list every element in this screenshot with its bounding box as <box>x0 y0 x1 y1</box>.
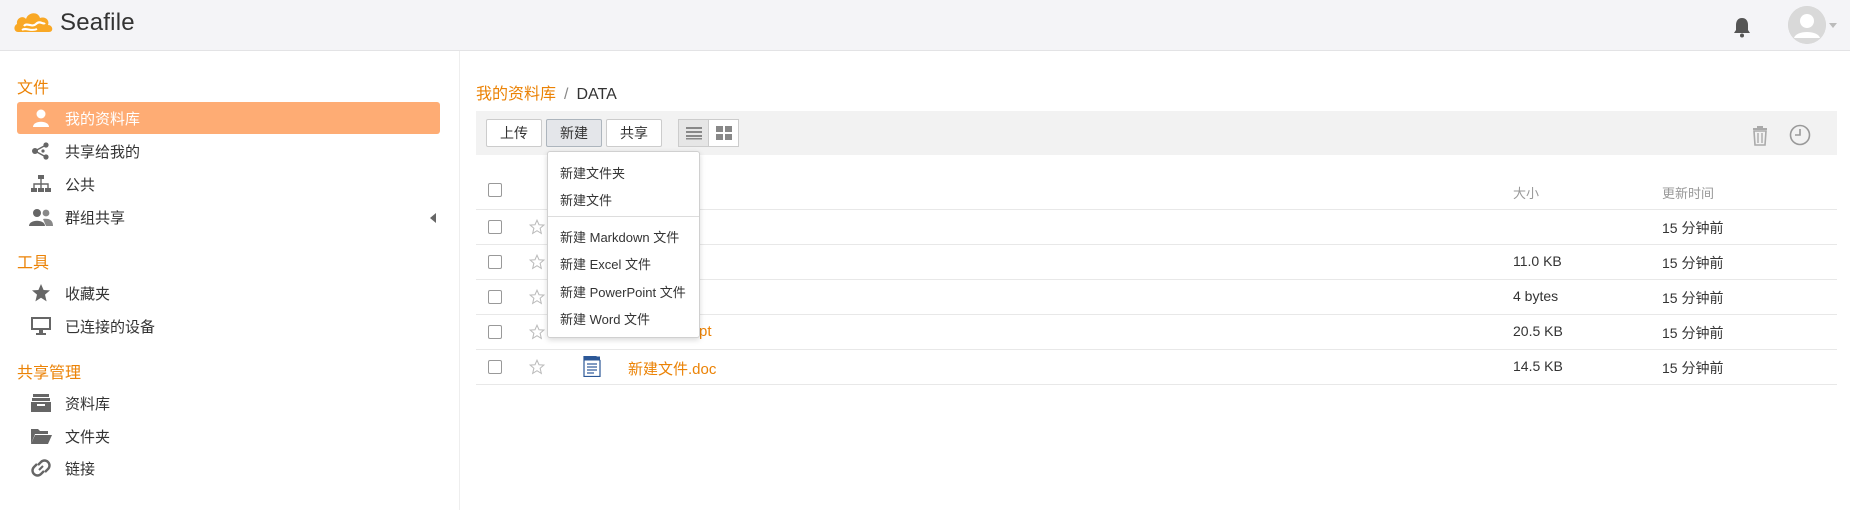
sidebar-section-tools: 工具 <box>17 255 50 272</box>
upload-button[interactable]: 上传 <box>486 119 542 147</box>
sidebar-item-my-libraries[interactable]: 我的资料库 <box>17 102 440 134</box>
sidebar-item-share-links[interactable]: 链接 <box>17 452 440 484</box>
sidebar-section-share-admin: 共享管理 <box>17 365 82 382</box>
sidebar-item-label: 公共 <box>65 176 96 194</box>
sidebar-item-label: 资料库 <box>65 395 111 413</box>
share-button[interactable]: 共享 <box>606 119 662 147</box>
sidebar-item-label: 链接 <box>65 460 96 478</box>
breadcrumb-separator: / <box>564 86 569 103</box>
table-row[interactable]: 新建文件.doc 14.5 KB 15 分钟前 <box>476 349 1837 385</box>
size-column-header[interactable]: 大小 <box>1513 183 1539 202</box>
sidebar-item-label: 我的资料库 <box>65 110 141 128</box>
breadcrumb-current: DATA <box>576 86 617 103</box>
avatar[interactable] <box>1788 6 1826 44</box>
file-modified: 15 分钟前 <box>1662 290 1724 306</box>
org-tree-icon <box>29 173 53 195</box>
sidebar-item-group-share[interactable]: 群组共享 <box>17 201 440 233</box>
list-view-button[interactable] <box>678 119 709 147</box>
file-size: 4 bytes <box>1513 288 1559 304</box>
sidebar-item-public[interactable]: 公共 <box>17 168 440 200</box>
file-name-link[interactable]: pt <box>699 323 712 340</box>
row-checkbox[interactable] <box>488 255 502 269</box>
new-button[interactable]: 新建 <box>546 119 602 147</box>
folder-open-icon <box>29 425 53 447</box>
file-modified: 15 分钟前 <box>1662 360 1724 376</box>
breadcrumb: 我的资料库 / DATA <box>476 80 617 104</box>
link-icon <box>29 457 53 479</box>
sidebar-item-label: 共享给我的 <box>65 143 141 161</box>
new-dropdown-menu: 新建文件夹 新建文件 新建 Markdown 文件 新建 Excel 文件 新建… <box>547 151 700 338</box>
row-checkbox[interactable] <box>488 360 502 374</box>
sidebar-item-share-libraries[interactable]: 资料库 <box>17 387 440 419</box>
modified-column-header[interactable]: 更新时间 <box>1662 183 1714 202</box>
sidebar-item-favorites[interactable]: 收藏夹 <box>17 277 440 309</box>
archive-icon <box>29 392 53 414</box>
list-view-icon <box>685 127 702 140</box>
toolbar: 上传 新建 共享 <box>476 111 1837 155</box>
row-checkbox[interactable] <box>488 325 502 339</box>
group-icon <box>29 206 53 228</box>
sidebar-item-label: 已连接的设备 <box>65 318 156 336</box>
menu-item-new-file[interactable]: 新建文件 <box>560 190 612 209</box>
grid-view-button[interactable] <box>708 119 739 147</box>
chevron-down-icon[interactable] <box>1829 23 1837 28</box>
grid-view-icon <box>715 126 732 140</box>
sidebar-item-label: 文件夹 <box>65 428 111 446</box>
sidebar-item-label: 群组共享 <box>65 209 126 227</box>
sidebar-section-files: 文件 <box>17 80 50 97</box>
share-icon <box>29 140 53 162</box>
star-outline-icon[interactable] <box>529 359 545 375</box>
menu-item-new-folder[interactable]: 新建文件夹 <box>560 163 625 182</box>
file-size: 20.5 KB <box>1513 323 1563 339</box>
bell-icon[interactable] <box>1731 16 1753 38</box>
trash-icon[interactable] <box>1748 123 1772 147</box>
breadcrumb-root-link[interactable]: 我的资料库 <box>476 86 556 103</box>
star-outline-icon[interactable] <box>529 324 545 340</box>
select-all-checkbox[interactable] <box>488 183 502 197</box>
file-modified: 15 分钟前 <box>1662 325 1724 341</box>
file-modified: 15 分钟前 <box>1662 255 1724 271</box>
monitor-icon <box>29 315 53 337</box>
seafile-logo[interactable]: Seafile <box>12 6 135 40</box>
star-outline-icon[interactable] <box>529 219 545 235</box>
logo-text: Seafile <box>60 9 135 36</box>
menu-item-new-excel[interactable]: 新建 Excel 文件 <box>560 254 651 273</box>
sidebar-item-share-folders[interactable]: 文件夹 <box>17 420 440 452</box>
sidebar-item-label: 收藏夹 <box>65 285 111 303</box>
star-outline-icon[interactable] <box>529 254 545 270</box>
row-checkbox[interactable] <box>488 290 502 304</box>
row-checkbox[interactable] <box>488 220 502 234</box>
cloud-logo-icon <box>14 13 53 32</box>
star-icon <box>29 282 53 304</box>
file-size: 11.0 KB <box>1513 253 1562 269</box>
user-avatar-icon <box>1788 6 1826 44</box>
file-name-link[interactable]: 新建文件.doc <box>628 358 716 379</box>
sidebar-item-shared-with-me[interactable]: 共享给我的 <box>17 135 440 167</box>
word-doc-icon <box>583 356 601 377</box>
history-clock-icon[interactable] <box>1788 123 1812 147</box>
top-header: Seafile <box>0 0 1850 51</box>
caret-left-icon[interactable] <box>430 213 436 223</box>
menu-item-new-markdown[interactable]: 新建 Markdown 文件 <box>560 227 679 246</box>
menu-item-new-powerpoint[interactable]: 新建 PowerPoint 文件 <box>560 282 686 301</box>
user-icon <box>29 107 53 129</box>
menu-item-new-word[interactable]: 新建 Word 文件 <box>560 309 650 328</box>
star-outline-icon[interactable] <box>529 289 545 305</box>
sidebar: 文件 我的资料库 共享给我的 公共 群组共享 工具 收藏夹 已连接的设备 共享管… <box>0 51 460 510</box>
file-modified: 15 分钟前 <box>1662 220 1724 236</box>
file-size: 14.5 KB <box>1513 358 1563 374</box>
sidebar-item-linked-devices[interactable]: 已连接的设备 <box>17 310 440 342</box>
menu-divider <box>548 216 699 217</box>
